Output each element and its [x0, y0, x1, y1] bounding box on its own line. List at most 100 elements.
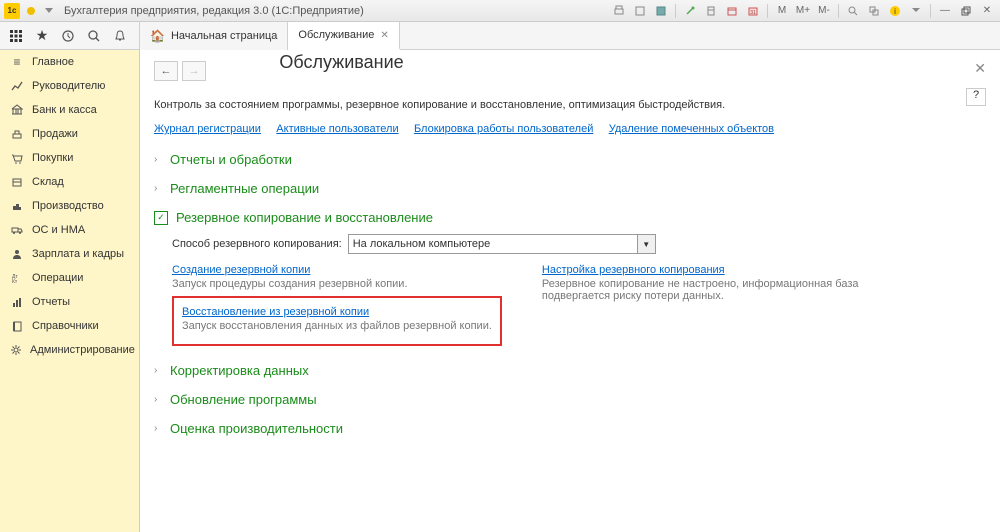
book-icon — [10, 319, 24, 333]
tabs-icon[interactable] — [865, 3, 883, 19]
section-update: › Обновление программы — [154, 389, 986, 410]
chevron-right-icon: › — [154, 183, 164, 194]
link-active-users[interactable]: Активные пользователи — [276, 123, 398, 135]
chevron-right-icon: › — [154, 423, 164, 434]
section-update-header[interactable]: › Обновление программы — [154, 389, 986, 410]
chevron-down-icon[interactable] — [42, 4, 56, 18]
menu-icon: ≡ — [10, 55, 24, 69]
sidebar-item-reports[interactable]: Отчеты — [0, 290, 139, 314]
main-toolbar: ★ 🏠 Начальная страница Обслуживание ✕ — [0, 22, 1000, 50]
star-icon[interactable]: ★ — [30, 24, 54, 48]
sidebar-item-purchases[interactable]: Покупки — [0, 146, 139, 170]
chevron-right-icon: › — [154, 394, 164, 405]
sidebar-item-label: Руководителю — [32, 80, 105, 92]
backup-method-select[interactable]: На локальном компьютере — [348, 234, 638, 254]
factory-icon — [10, 199, 24, 213]
tab-close-icon[interactable]: ✕ — [380, 30, 388, 41]
sidebar: ≡Главное Руководителю Банк и касса Прода… — [0, 50, 140, 532]
sidebar-item-label: Склад — [32, 176, 64, 188]
calc-icon[interactable] — [702, 3, 720, 19]
window-title: Бухгалтерия предприятия, редакция 3.0 (1… — [64, 5, 364, 17]
section-reports-header[interactable]: › Отчеты и обработки — [154, 149, 986, 170]
bell-icon[interactable] — [108, 24, 132, 48]
sidebar-item-label: Справочники — [32, 320, 99, 332]
zoom-icon[interactable] — [844, 3, 862, 19]
save-icon[interactable] — [652, 3, 670, 19]
preview-icon[interactable] — [631, 3, 649, 19]
print-icon[interactable] — [610, 3, 628, 19]
section-routine-header[interactable]: › Регламентные операции — [154, 178, 986, 199]
sidebar-item-main[interactable]: ≡Главное — [0, 50, 139, 74]
sidebar-item-label: Производство — [32, 200, 104, 212]
minimize-button[interactable]: — — [936, 3, 954, 19]
bank-icon — [10, 103, 24, 117]
nav-forward-button[interactable]: → — [182, 61, 206, 81]
help-button[interactable]: ? — [966, 88, 986, 106]
box-icon — [10, 175, 24, 189]
sidebar-item-bank[interactable]: Банк и касса — [0, 98, 139, 122]
history-icon[interactable] — [56, 24, 80, 48]
page-title: Обслуживание — [279, 52, 403, 72]
apps-icon[interactable] — [4, 24, 28, 48]
info-icon[interactable]: i — [886, 3, 904, 19]
create-backup-desc: Запуск процедуры создания резервной копи… — [172, 278, 502, 290]
link-backup-settings[interactable]: Настройка резервного копирования — [542, 264, 725, 276]
section-backup-header[interactable]: ✓ Резервное копирование и восстановление — [154, 207, 986, 228]
backup-settings-block: Настройка резервного копирования Резервн… — [542, 262, 882, 302]
sidebar-item-label: Банк и касса — [32, 104, 97, 116]
memory-mplus[interactable]: M+ — [794, 3, 812, 19]
close-page-button[interactable]: ✕ — [974, 60, 986, 77]
sidebar-item-sales[interactable]: Продажи — [0, 122, 139, 146]
tab-maintenance[interactable]: Обслуживание ✕ — [288, 22, 399, 50]
sidebar-item-label: Операции — [32, 272, 83, 284]
sidebar-item-label: Покупки — [32, 152, 73, 164]
top-links-row: Журнал регистрации Активные пользователи… — [154, 121, 986, 135]
content-area: ✕ ← → Обслуживание ? Контроль за состоян… — [140, 50, 1000, 532]
svg-text:i: i — [894, 7, 896, 16]
section-routine: › Регламентные операции — [154, 178, 986, 199]
link-block-users[interactable]: Блокировка работы пользователей — [414, 123, 593, 135]
memory-m[interactable]: M — [773, 3, 791, 19]
sidebar-item-directories[interactable]: Справочники — [0, 314, 139, 338]
sidebar-item-label: Администрирование — [30, 344, 135, 356]
sidebar-item-manager[interactable]: Руководителю — [0, 74, 139, 98]
section-reports: › Отчеты и обработки — [154, 149, 986, 170]
memory-mr[interactable]: M- — [815, 3, 833, 19]
select-dropdown-button[interactable]: ▼ — [638, 234, 656, 254]
nav-back-button[interactable]: ← — [154, 61, 178, 81]
section-correction-header[interactable]: › Корректировка данных — [154, 360, 986, 381]
settings-icon[interactable] — [907, 3, 925, 19]
truck-icon — [10, 223, 24, 237]
section-title: Резервное копирование и восстановление — [176, 210, 433, 225]
calendar-31-icon[interactable]: 31 — [744, 3, 762, 19]
tab-label: Обслуживание — [298, 29, 374, 41]
sidebar-item-salary[interactable]: Зарплата и кадры — [0, 242, 139, 266]
sidebar-item-operations[interactable]: ДтКтОперации — [0, 266, 139, 290]
sidebar-item-warehouse[interactable]: Склад — [0, 170, 139, 194]
link-restore-backup[interactable]: Восстановление из резервной копии — [182, 306, 369, 318]
restore-backup-block: Восстановление из резервной копии Запуск… — [182, 304, 492, 332]
maximize-button[interactable] — [957, 3, 975, 19]
section-perf-header[interactable]: › Оценка производительности — [154, 418, 986, 439]
chevron-right-icon: › — [154, 154, 164, 165]
restore-highlight-box: Восстановление из резервной копии Запуск… — [172, 296, 502, 346]
create-backup-block: Создание резервной копии Запуск процедур… — [172, 262, 502, 290]
restore-backup-desc: Запуск восстановления данных из файлов р… — [182, 320, 492, 332]
section-title: Оценка производительности — [170, 421, 343, 436]
sidebar-item-admin[interactable]: Администрирование — [0, 338, 139, 362]
cart-icon — [10, 127, 24, 141]
calendar-icon[interactable] — [723, 3, 741, 19]
report-icon — [10, 295, 24, 309]
link-create-backup[interactable]: Создание резервной копии — [172, 264, 310, 276]
sidebar-item-label: Отчеты — [32, 296, 70, 308]
sidebar-item-assets[interactable]: ОС и НМА — [0, 218, 139, 242]
dropdown-icon[interactable] — [24, 4, 38, 18]
link-delete-marked[interactable]: Удаление помеченных объектов — [609, 123, 774, 135]
search-icon[interactable] — [82, 24, 106, 48]
tab-home[interactable]: 🏠 Начальная страница — [140, 22, 288, 50]
link-icon[interactable] — [681, 3, 699, 19]
link-registration-log[interactable]: Журнал регистрации — [154, 123, 261, 135]
sidebar-item-production[interactable]: Производство — [0, 194, 139, 218]
page-description: Контроль за состоянием программы, резерв… — [154, 99, 986, 111]
close-window-button[interactable]: ✕ — [978, 3, 996, 19]
